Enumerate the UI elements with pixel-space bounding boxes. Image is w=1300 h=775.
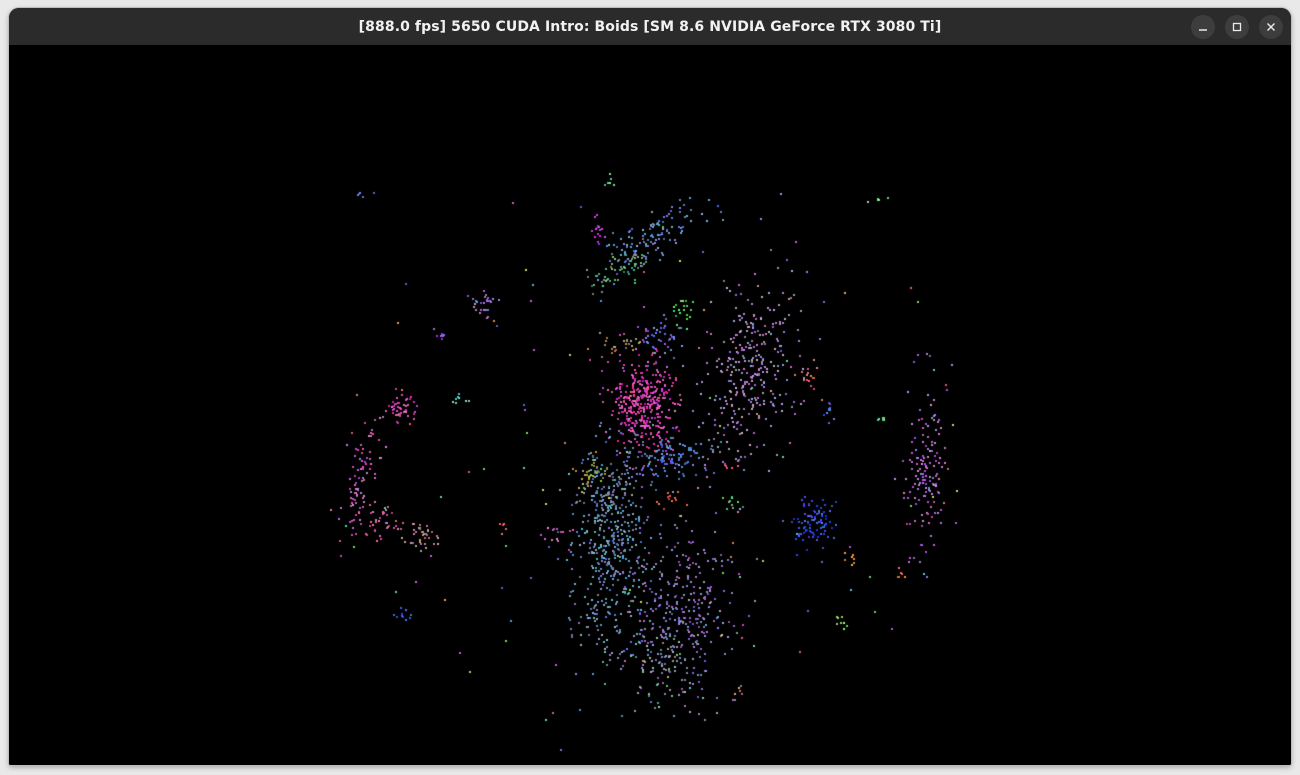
window-title: [888.0 fps] 5650 CUDA Intro: Boids [SM 8… — [358, 18, 942, 35]
titlebar[interactable]: [888.0 fps] 5650 CUDA Intro: Boids [SM 8… — [9, 8, 1291, 46]
minimize-icon — [1199, 29, 1207, 31]
maximize-icon — [1232, 22, 1242, 32]
app-window: [888.0 fps] 5650 CUDA Intro: Boids [SM 8… — [9, 8, 1291, 765]
minimize-button[interactable] — [1191, 15, 1215, 39]
window-controls — [1191, 15, 1283, 39]
boids-canvas[interactable] — [9, 45, 1291, 765]
maximize-button[interactable] — [1225, 15, 1249, 39]
close-button[interactable] — [1259, 15, 1283, 39]
simulation-viewport[interactable] — [9, 45, 1291, 765]
close-icon — [1267, 23, 1275, 31]
